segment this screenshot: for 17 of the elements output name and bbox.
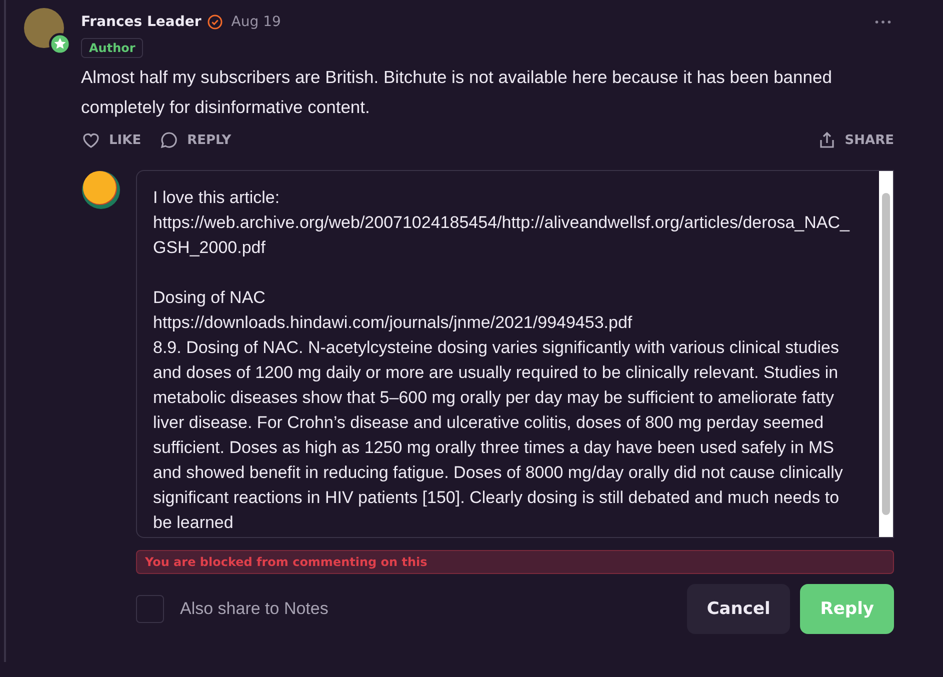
reply-input-field[interactable]: I love this article: https://web.archive.org/web/20071024185454/http://aliveandwellsf.org/articles/derosa_NAC_GSH_2000.pdf Dosing of NAC https://downloads.hindawi.com/journals/jnme/2021/9949453.pdf 8.9. Dosing of NAC. N-acetylcysteine dosing varies significantly with various clinical studies and doses of 1200 mg daily or more are usually required to be clinically relevant. Studies in metabolic diseases show that 5–600 mg orally per day may be sufficient to ameliorate fatty liver disease. For Crohn’s disease and ulcerative colitis, doses of 800 mg perday seemed sufficient. Doses as high as 1250 mg orally three times a day have been used safely in MS and showed benefit in reducing fatigue. Doses of 8000 mg/day orally did not cause clinically significant reactions in HIV patients [150]. Clearly dosing is still debated and much needs to be learned — [136, 170, 894, 538]
scrollbar[interactable] — [879, 171, 893, 537]
star-badge-icon — [49, 33, 71, 55]
user-avatar-icon — [81, 170, 121, 210]
share-checkbox[interactable] — [136, 595, 164, 623]
share-button[interactable]: SHARE — [816, 130, 894, 150]
comment-date[interactable]: Aug 19 — [231, 14, 281, 30]
speech-bubble-icon — [159, 130, 180, 150]
reply-button[interactable]: REPLY — [159, 130, 232, 150]
like-button[interactable]: LIKE — [81, 130, 142, 150]
error-message: You are blocked from commenting on this — [136, 550, 894, 574]
author-name[interactable]: Frances Leader — [81, 14, 202, 30]
cancel-button[interactable]: Cancel — [686, 584, 790, 634]
comment-text: Almost half my subscribers are British. Bitchute is not available here because it has been banned completely for disinformative content. — [81, 66, 833, 119]
share-checkbox-label[interactable]: Also share to Notes — [180, 599, 328, 619]
author-badge: Author — [81, 38, 144, 58]
more-options-icon[interactable] — [875, 20, 891, 24]
